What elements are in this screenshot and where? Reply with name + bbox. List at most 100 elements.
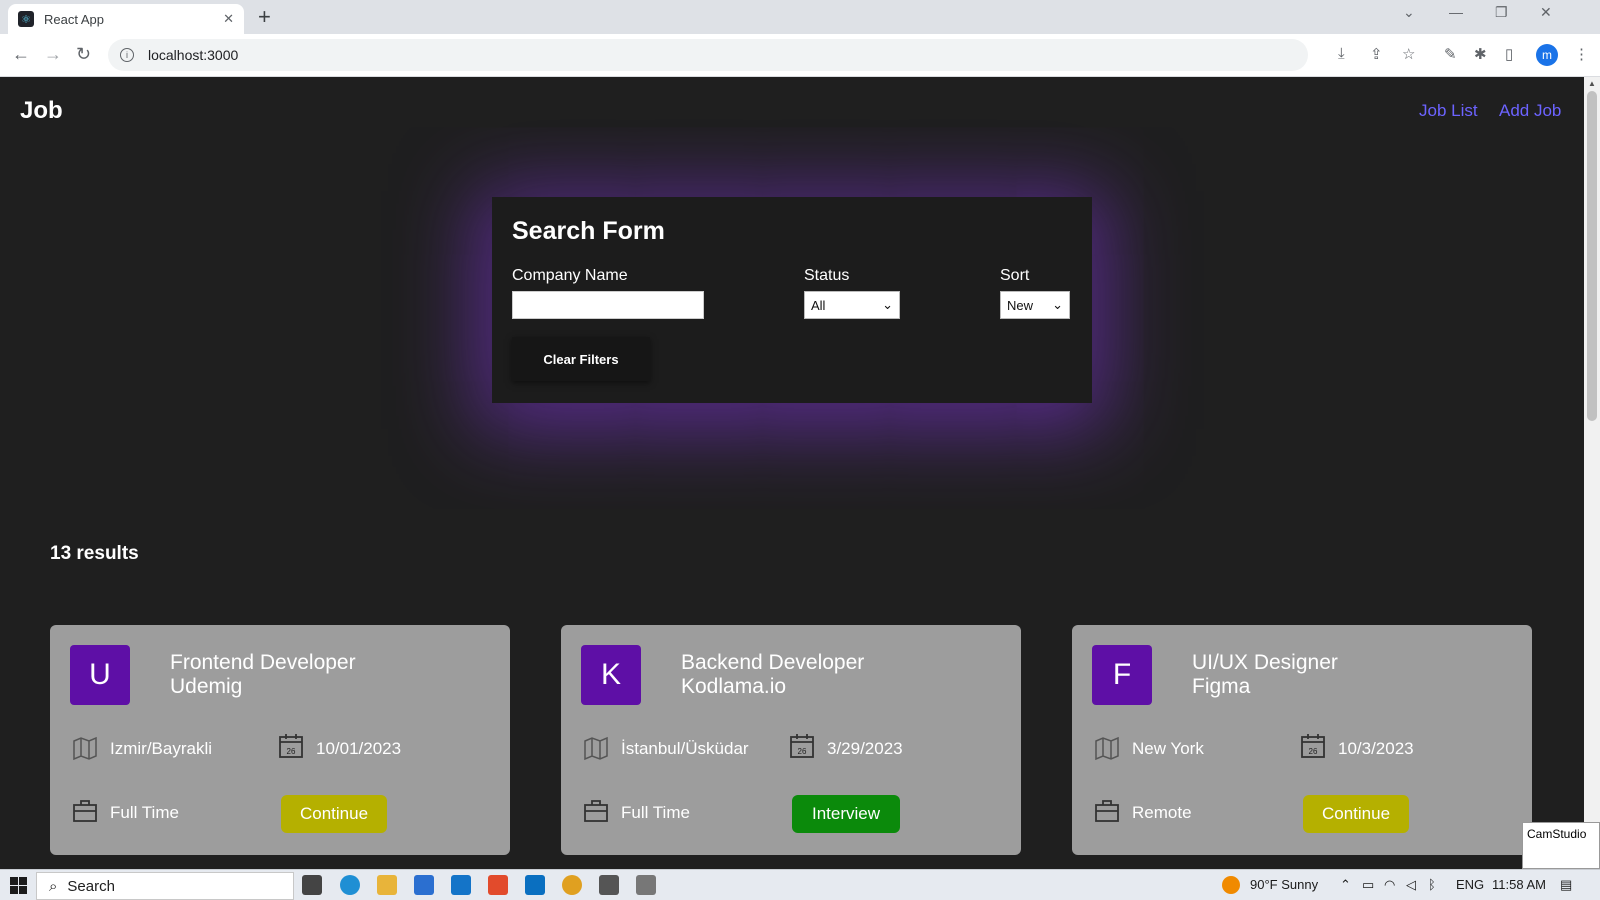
puzzle-icon[interactable]: ✱ — [1474, 45, 1487, 63]
job-card: U Frontend Developer Udemig Izmir/Bayrak… — [50, 625, 510, 855]
nav-job-list[interactable]: Job List — [1419, 101, 1478, 121]
job-location: Izmir/Bayrakli — [110, 739, 213, 758]
scroll-up-arrow-icon[interactable]: ▲ — [1588, 79, 1596, 88]
extension-icon[interactable]: ✎ — [1444, 45, 1457, 63]
settings-icon[interactable] — [599, 875, 619, 895]
company-avatar: K — [581, 645, 641, 705]
windows-taskbar: ⌕ Search 90°F Sunny ⌃ ▭ ◠ ◁ ᛒ ENG 11:58 … — [0, 869, 1600, 900]
windows-start-icon[interactable] — [10, 877, 27, 894]
sort-select-value: New — [1007, 297, 1034, 313]
minimize-icon[interactable]: — — [1449, 4, 1463, 20]
calendar-icon: 26 — [790, 734, 814, 758]
browser-tabstrip: ⚛ React App ✕ + ⌄ — ❐ ✕ — [0, 0, 1600, 34]
company-name-label: Company Name — [512, 267, 628, 284]
tab-title: React App — [44, 11, 104, 27]
back-arrow-icon[interactable]: ← — [12, 43, 30, 65]
browser-tab[interactable]: ⚛ React App ✕ — [8, 4, 244, 34]
job-type: Full Time — [621, 803, 690, 822]
git-icon[interactable] — [488, 875, 508, 895]
status-badge: Interview — [792, 795, 900, 833]
store-icon[interactable] — [414, 875, 434, 895]
forward-arrow-icon[interactable]: → — [44, 43, 62, 65]
edge-icon[interactable] — [340, 875, 360, 895]
share-icon[interactable]: ⇪ — [1370, 45, 1383, 63]
tray-chevron-icon[interactable]: ⌃ — [1340, 877, 1351, 893]
scroll-thumb[interactable] — [1587, 91, 1597, 421]
search-form: Search Form Company Name Status All ⌄ So… — [492, 197, 1092, 403]
calendar-icon: 26 — [279, 734, 303, 758]
status-badge: Continue — [1303, 795, 1409, 833]
brand-title: Job — [20, 97, 63, 124]
browser-toolbar: ← → ↻ i localhost:3000 ⤓ ⇪ ☆ ✎ ✱ ▯ m ⋮ — [0, 34, 1600, 77]
company-name: Figma — [1192, 675, 1251, 698]
page-scrollbar[interactable]: ▲ — [1584, 77, 1600, 869]
network-icon[interactable]: ◠ — [1384, 877, 1395, 893]
company-name-input[interactable] — [512, 291, 704, 319]
menu-icon[interactable]: ⋮ — [1574, 45, 1589, 63]
job-date: 10/3/2023 — [1338, 739, 1414, 758]
sort-select[interactable]: New ⌄ — [1000, 291, 1070, 319]
job-type: Remote — [1132, 803, 1192, 822]
map-icon — [73, 736, 97, 761]
status-badge: Continue — [281, 795, 387, 833]
chrome-icon[interactable] — [562, 875, 582, 895]
chevron-down-icon: ⌄ — [882, 297, 893, 312]
status-label: Status — [804, 267, 850, 284]
job-date: 3/29/2023 — [827, 739, 903, 758]
company-name: Kodlama.io — [681, 675, 787, 698]
reload-icon[interactable]: ↻ — [76, 43, 91, 65]
url-text: localhost:3000 — [148, 47, 239, 63]
battery-icon[interactable]: ▭ — [1362, 877, 1374, 893]
camstudio-window[interactable]: CamStudio — [1522, 822, 1600, 869]
status-select[interactable]: All ⌄ — [804, 291, 900, 319]
job-title: Frontend Developer — [170, 651, 356, 674]
briefcase-icon — [73, 800, 97, 822]
camstudio-icon[interactable] — [636, 875, 656, 895]
job-title: Backend Developer — [681, 651, 865, 674]
search-icon: ⌕ — [49, 877, 58, 895]
job-location: New York — [1132, 739, 1204, 758]
job-location: İstanbul/Üsküdar — [621, 739, 749, 758]
weather-sun-icon[interactable] — [1222, 876, 1240, 894]
bookmark-star-icon[interactable]: ☆ — [1402, 45, 1415, 63]
briefcase-icon — [584, 800, 608, 822]
bluetooth-icon[interactable]: ᛒ — [1428, 877, 1436, 892]
page-content: Job Job List Add Job Search Form Company… — [0, 77, 1584, 869]
taskbar-search-label: Search — [67, 877, 115, 895]
window-close-icon[interactable]: ✕ — [1540, 4, 1552, 21]
info-icon[interactable]: i — [120, 48, 134, 62]
sort-label: Sort — [1000, 267, 1030, 284]
status-select-value: All — [811, 297, 826, 313]
taskbar-search[interactable]: ⌕ Search — [36, 872, 294, 900]
address-bar[interactable]: i localhost:3000 — [108, 39, 1308, 71]
calendar-day: 26 — [1309, 747, 1318, 756]
profile-avatar[interactable]: m — [1536, 44, 1558, 66]
restore-icon[interactable]: ❐ — [1495, 4, 1508, 21]
install-icon[interactable]: ⤓ — [1338, 45, 1345, 62]
sidepanel-icon[interactable]: ▯ — [1505, 45, 1513, 63]
volume-icon[interactable]: ◁ — [1406, 877, 1416, 893]
company-avatar: U — [70, 645, 130, 705]
company-name: Udemig — [170, 675, 243, 698]
language-indicator[interactable]: ENG — [1456, 877, 1484, 892]
nav-add-job[interactable]: Add Job — [1499, 101, 1561, 121]
calendar-day: 26 — [798, 747, 807, 756]
clear-filters-button[interactable]: Clear Filters — [512, 337, 650, 381]
tab-close-icon[interactable]: ✕ — [223, 11, 234, 27]
map-icon — [584, 736, 608, 761]
weather-text[interactable]: 90°F Sunny — [1250, 877, 1318, 892]
clock[interactable]: 11:58 AM — [1492, 877, 1546, 892]
briefcase-icon — [1095, 800, 1119, 822]
job-card: F UI/UX Designer Figma New York 26 10/3/… — [1072, 625, 1532, 855]
file-explorer-icon[interactable] — [377, 875, 397, 895]
notification-icon[interactable]: ▤ — [1560, 877, 1572, 893]
search-form-title: Search Form — [512, 217, 665, 245]
new-tab-button[interactable]: + — [258, 5, 271, 29]
mail-icon[interactable] — [451, 875, 471, 895]
chevron-down-icon: ⌄ — [1052, 297, 1063, 312]
job-card: K Backend Developer Kodlama.io İstanbul/… — [561, 625, 1021, 855]
task-view-icon[interactable] — [302, 875, 322, 895]
results-count: 13 results — [50, 543, 139, 564]
tab-search-chevron-icon[interactable]: ⌄ — [1403, 4, 1415, 21]
vscode-icon[interactable] — [525, 875, 545, 895]
